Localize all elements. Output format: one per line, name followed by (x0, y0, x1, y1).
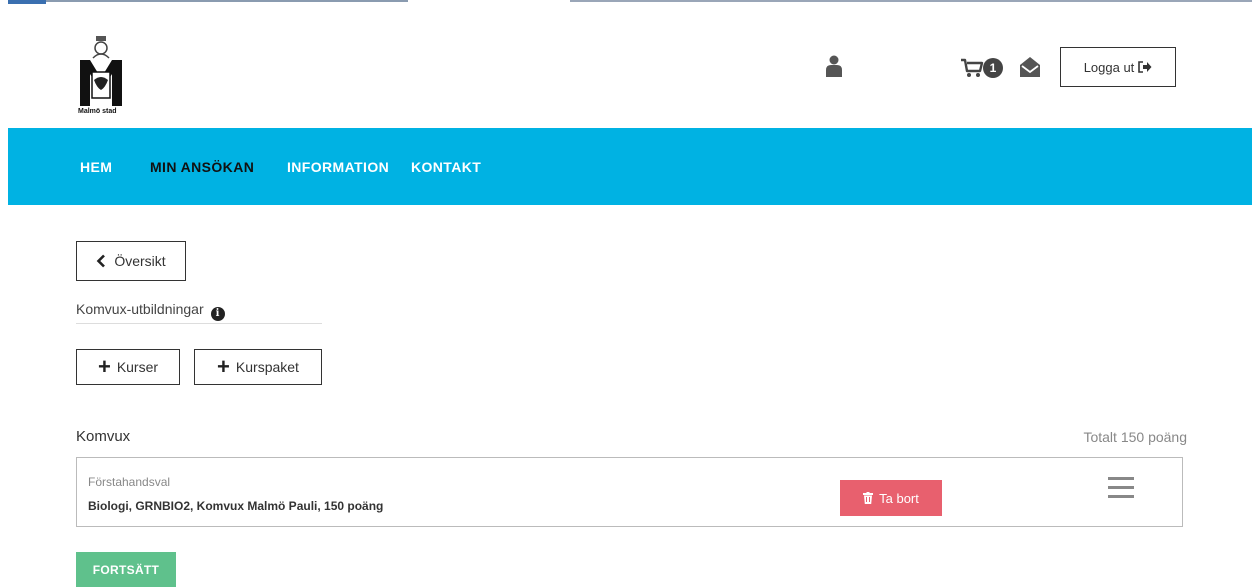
choice-course-text: Biologi, GRNBIO2, Komvux Malmö Pauli, 15… (88, 499, 384, 513)
plus-icon: + (97, 354, 111, 379)
section-title: Komvux-utbildningar i (76, 301, 225, 321)
logo-text: Malmö stad (78, 108, 117, 115)
trash-icon (863, 492, 874, 504)
add-package-button[interactable]: + Kurspaket (194, 349, 322, 385)
nav-item-kontakt[interactable]: KONTAKT (411, 159, 481, 175)
malmo-stad-logo[interactable] (78, 34, 124, 116)
continue-button[interactable]: FORTSÄTT (76, 552, 176, 587)
info-icon[interactable]: i (210, 307, 225, 321)
plus-icon: + (217, 354, 230, 379)
overview-label: Översikt (114, 253, 166, 269)
nav-item-information[interactable]: INFORMATION (287, 159, 389, 175)
add-course-button[interactable]: + Kurser (76, 349, 180, 385)
cart-count-badge: 1 (983, 58, 1003, 78)
drag-handle-icon[interactable] (1108, 477, 1134, 501)
list-heading: Komvux (76, 428, 131, 445)
logout-icon (1138, 61, 1152, 73)
nav-item-min-ansokan[interactable]: MIN ANSÖKAN (150, 159, 254, 175)
cart-icon[interactable] (960, 58, 984, 78)
browser-top-strip (0, 0, 1252, 4)
remove-button[interactable]: Ta bort (840, 480, 942, 516)
section-divider (76, 323, 322, 324)
chevron-left-icon (96, 254, 106, 268)
user-icon[interactable] (826, 55, 842, 77)
mail-icon[interactable] (1018, 56, 1042, 78)
choice-rank-label: Förstahandsval (88, 475, 171, 489)
add-package-label: Kurspaket (235, 359, 299, 375)
overview-back-button[interactable]: Översikt (76, 241, 186, 281)
list-item: Förstahandsval Biologi, GRNBIO2, Komvux … (76, 457, 1183, 527)
add-course-label: Kurser (116, 359, 159, 375)
remove-label: Ta bort (879, 490, 919, 506)
logout-label: Logga ut (1083, 59, 1135, 75)
logout-button[interactable]: Logga ut (1060, 47, 1176, 87)
section-title-text: Komvux-utbildningar (76, 301, 204, 317)
nav-item-hem[interactable]: HEM (80, 159, 112, 175)
total-points: Totalt 150 poäng (1083, 429, 1187, 445)
